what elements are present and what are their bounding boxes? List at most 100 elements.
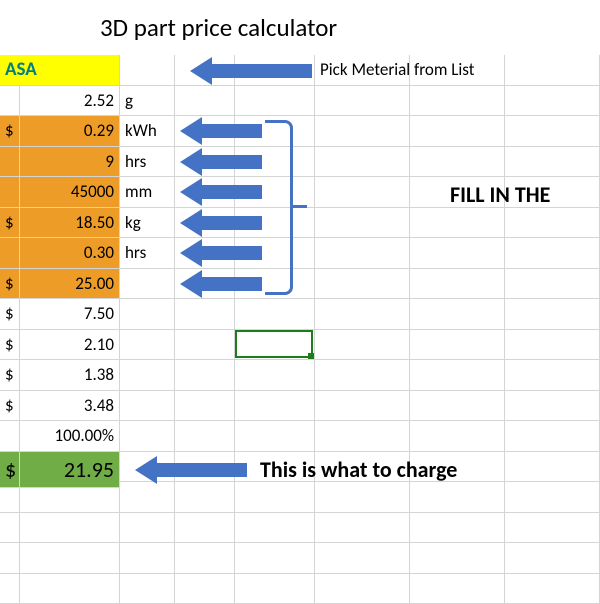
- value-cell[interactable]: 100.00%: [20, 421, 120, 452]
- grid-cell[interactable]: [120, 513, 175, 544]
- grid-cell[interactable]: [410, 330, 505, 361]
- grid-cell[interactable]: [315, 86, 410, 117]
- grid-cell[interactable]: [315, 147, 410, 178]
- grid-cell[interactable]: [315, 238, 410, 269]
- value-cell[interactable]: 25.00: [20, 269, 120, 300]
- grid-cell[interactable]: [505, 360, 600, 391]
- grid-cell[interactable]: [120, 360, 175, 391]
- grid-cell[interactable]: [505, 543, 600, 574]
- grid-cell[interactable]: [20, 574, 120, 604]
- grid-cell[interactable]: [0, 513, 20, 544]
- grid-cell[interactable]: [505, 452, 600, 483]
- grid-cell[interactable]: [505, 269, 600, 300]
- grid-cell[interactable]: [20, 543, 120, 574]
- grid-cell[interactable]: [315, 299, 410, 330]
- grid-cell[interactable]: [410, 574, 505, 604]
- value-cell[interactable]: 18.50: [20, 208, 120, 239]
- grid-cell[interactable]: [410, 360, 505, 391]
- grid-cell[interactable]: [175, 86, 235, 117]
- grid-cell[interactable]: [315, 360, 410, 391]
- grid-cell[interactable]: [505, 116, 600, 147]
- grid-cell[interactable]: [315, 177, 410, 208]
- grid-cell[interactable]: [315, 574, 410, 604]
- grid-cell[interactable]: [120, 421, 175, 452]
- grid-cell[interactable]: [315, 269, 410, 300]
- grid-cell[interactable]: [505, 574, 600, 604]
- grid-cell[interactable]: [410, 482, 505, 513]
- grid-cell[interactable]: [175, 513, 235, 544]
- grid-cell[interactable]: [505, 391, 600, 422]
- grid-cell[interactable]: [120, 55, 175, 86]
- grid-cell[interactable]: [410, 116, 505, 147]
- grid-cell[interactable]: [505, 421, 600, 452]
- grid-cell[interactable]: [410, 269, 505, 300]
- grid-cell[interactable]: [505, 55, 600, 86]
- grid-cell[interactable]: [0, 86, 20, 117]
- grid-cell[interactable]: [235, 513, 315, 544]
- value-cell[interactable]: 0.30: [20, 238, 120, 269]
- grid-cell[interactable]: [175, 391, 235, 422]
- grid-cell[interactable]: [175, 421, 235, 452]
- grid-cell[interactable]: [505, 330, 600, 361]
- grid-cell[interactable]: [0, 421, 20, 452]
- material-dropdown[interactable]: ASA: [0, 55, 120, 86]
- value-cell[interactable]: 9: [20, 147, 120, 178]
- grid-cell[interactable]: [505, 147, 600, 178]
- grid-cell[interactable]: [120, 391, 175, 422]
- value-cell[interactable]: 0.29: [20, 116, 120, 147]
- grid-cell[interactable]: [120, 482, 175, 513]
- grid-cell[interactable]: [120, 543, 175, 574]
- grid-cell[interactable]: [175, 360, 235, 391]
- value-cell[interactable]: 2.10: [20, 330, 120, 361]
- grid-cell[interactable]: [505, 513, 600, 544]
- grid-cell[interactable]: [235, 391, 315, 422]
- grid-cell[interactable]: [235, 574, 315, 604]
- value-cell[interactable]: 45000: [20, 177, 120, 208]
- grid-cell[interactable]: [315, 543, 410, 574]
- grid-cell[interactable]: [505, 86, 600, 117]
- grid-cell[interactable]: [235, 360, 315, 391]
- grid-cell[interactable]: [505, 299, 600, 330]
- grid-cell[interactable]: [235, 482, 315, 513]
- grid-cell[interactable]: [315, 208, 410, 239]
- grid-cell[interactable]: [315, 421, 410, 452]
- grid-cell[interactable]: [235, 543, 315, 574]
- grid-cell[interactable]: [315, 330, 410, 361]
- grid-cell[interactable]: [175, 482, 235, 513]
- grid-cell[interactable]: [235, 299, 315, 330]
- grid-cell[interactable]: [20, 513, 120, 544]
- grid-cell[interactable]: [315, 391, 410, 422]
- grid-cell[interactable]: [410, 299, 505, 330]
- grid-cell[interactable]: [175, 543, 235, 574]
- grid-cell[interactable]: [175, 574, 235, 604]
- grid-cell[interactable]: [120, 269, 175, 300]
- grid-cell[interactable]: [410, 147, 505, 178]
- grid-cell[interactable]: [410, 391, 505, 422]
- grid-cell[interactable]: [120, 330, 175, 361]
- grid-cell[interactable]: [315, 116, 410, 147]
- grid-cell[interactable]: [120, 574, 175, 604]
- value-cell[interactable]: 1.38: [20, 360, 120, 391]
- grid-cell[interactable]: [410, 421, 505, 452]
- grid-cell[interactable]: [505, 482, 600, 513]
- grid-cell[interactable]: [235, 421, 315, 452]
- grid-cell[interactable]: [505, 238, 600, 269]
- grid-cell[interactable]: [315, 513, 410, 544]
- grid-cell[interactable]: [0, 543, 20, 574]
- grid-cell[interactable]: [410, 513, 505, 544]
- grid-cell[interactable]: [410, 86, 505, 117]
- grid-cell[interactable]: [235, 86, 315, 117]
- selected-cell[interactable]: [235, 330, 313, 359]
- grid-cell[interactable]: [175, 330, 235, 361]
- value-cell[interactable]: 2.52: [20, 86, 120, 117]
- grid-cell[interactable]: [410, 208, 505, 239]
- grid-cell[interactable]: [0, 574, 20, 604]
- grid-cell[interactable]: [315, 482, 410, 513]
- grid-cell[interactable]: [505, 208, 600, 239]
- grid-cell[interactable]: [410, 543, 505, 574]
- grid-cell[interactable]: [175, 299, 235, 330]
- grid-cell[interactable]: [120, 299, 175, 330]
- grid-cell[interactable]: [410, 238, 505, 269]
- value-cell[interactable]: 7.50: [20, 299, 120, 330]
- value-cell[interactable]: 3.48: [20, 391, 120, 422]
